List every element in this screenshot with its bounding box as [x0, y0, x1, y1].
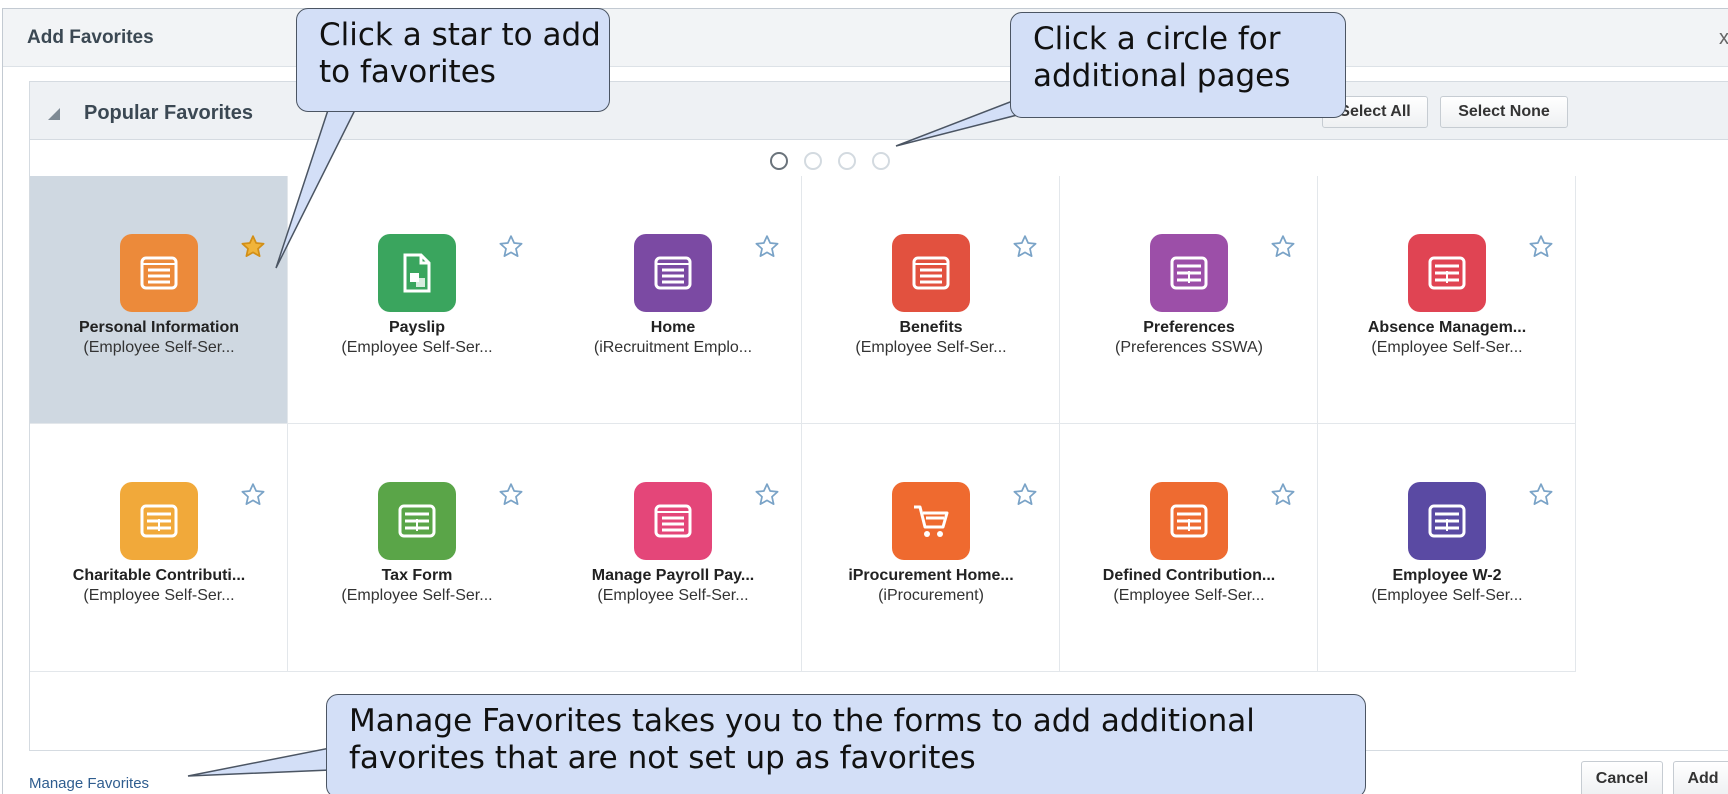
star-icon[interactable]: [1012, 482, 1038, 508]
star-icon[interactable]: [1270, 482, 1296, 508]
favorite-tile[interactable]: Personal Information (Employee Self-Ser..…: [30, 176, 288, 424]
close-icon[interactable]: x: [1719, 27, 1728, 50]
tile-subtitle: (Employee Self-Ser...: [341, 339, 493, 356]
tile-subtitle: (Employee Self-Ser...: [341, 587, 493, 604]
page-dot-3[interactable]: [838, 152, 856, 170]
favorite-tile[interactable]: Home (iRecruitment Emplo...: [544, 176, 802, 424]
star-icon[interactable]: [1012, 234, 1038, 260]
cart-icon: [892, 482, 970, 560]
tile-subtitle: (Employee Self-Ser...: [855, 339, 1007, 356]
star-icon[interactable]: [498, 482, 524, 508]
favorite-tile[interactable]: Defined Contribution... (Employee Self-Se…: [1060, 424, 1318, 672]
tile-name: Tax Form: [381, 567, 453, 584]
star-icon[interactable]: [754, 234, 780, 260]
favorite-tile[interactable]: Tax Form (Employee Self-Ser...: [288, 424, 546, 672]
star-icon[interactable]: [240, 482, 266, 508]
favorite-tile[interactable]: Employee W-2 (Employee Self-Ser...: [1318, 424, 1576, 672]
dialog-title: Add Favorites: [27, 27, 154, 48]
favorite-tile[interactable]: Preferences (Preferences SSWA): [1060, 176, 1318, 424]
list-icon: [120, 234, 198, 312]
tile-name: Charitable Contributi...: [72, 567, 246, 584]
dialog-header: Add Favorites x: [3, 9, 1728, 67]
panel-header: Popular Favorites Select All Select None: [30, 82, 1728, 140]
tile-subtitle: (Employee Self-Ser...: [1371, 587, 1523, 604]
tile-subtitle: (Employee Self-Ser...: [1113, 587, 1265, 604]
screenshot-stage: Add Favorites x Popular Favorites Select…: [0, 0, 1728, 794]
star-icon[interactable]: [240, 234, 266, 260]
favorites-grid: Personal Information (Employee Self-Ser..…: [30, 176, 1728, 672]
favorite-tile[interactable]: iProcurement Home... (iProcurement): [802, 424, 1060, 672]
tile-name: Benefits: [899, 319, 963, 336]
table-icon: [1408, 234, 1486, 312]
tile-subtitle: (Preferences SSWA): [1115, 339, 1263, 356]
table-icon: [378, 482, 456, 560]
table-icon: [120, 482, 198, 560]
cancel-button[interactable]: Cancel: [1581, 761, 1663, 794]
popular-favorites-panel: Popular Favorites Select All Select None…: [29, 81, 1728, 751]
tile-subtitle: (iRecruitment Emplo...: [593, 339, 753, 356]
favorite-tile[interactable]: Absence Managem... (Employee Self-Ser...: [1318, 176, 1576, 424]
collapse-triangle-icon[interactable]: [48, 108, 60, 120]
tile-subtitle: (Employee Self-Ser...: [597, 587, 749, 604]
table-icon: [1150, 482, 1228, 560]
star-callout-text: Click a star to add to favorites: [319, 17, 601, 91]
circle-callout: Click a circle for additional pages: [1010, 12, 1346, 118]
manage-callout-text: Manage Favorites takes you to the forms …: [349, 703, 1255, 777]
star-callout: Click a star to add to favorites: [296, 8, 610, 112]
select-none-button[interactable]: Select None: [1440, 96, 1568, 128]
tile-name: Defined Contribution...: [1102, 567, 1276, 584]
table-icon: [1150, 234, 1228, 312]
favorite-tile[interactable]: Charitable Contributi... (Employee Self-S…: [30, 424, 288, 672]
tile-name: iProcurement Home...: [848, 567, 1014, 584]
tile-subtitle: (Employee Self-Ser...: [1371, 339, 1523, 356]
star-icon[interactable]: [754, 482, 780, 508]
page-dot-1[interactable]: [770, 152, 788, 170]
favorite-tile[interactable]: Benefits (Employee Self-Ser...: [802, 176, 1060, 424]
add-button[interactable]: Add: [1673, 761, 1728, 794]
tile-name: Absence Managem...: [1367, 319, 1527, 336]
favorite-tile[interactable]: Manage Payroll Pay... (Employee Self-Ser.…: [544, 424, 802, 672]
tile-name: Preferences: [1143, 319, 1235, 336]
tile-name: Personal Information: [78, 319, 240, 336]
star-icon[interactable]: [1270, 234, 1296, 260]
list-icon: [634, 482, 712, 560]
tile-subtitle: (Employee Self-Ser...: [83, 339, 235, 356]
star-icon[interactable]: [1528, 234, 1554, 260]
page-dot-2[interactable]: [804, 152, 822, 170]
table-icon: [1408, 482, 1486, 560]
star-icon[interactable]: [1528, 482, 1554, 508]
favorite-tile[interactable]: Payslip (Employee Self-Ser...: [288, 176, 546, 424]
document-icon: [378, 234, 456, 312]
manage-favorites-link[interactable]: Manage Favorites: [29, 775, 149, 792]
tile-name: Home: [650, 319, 696, 336]
tile-name: Manage Payroll Pay...: [591, 567, 755, 584]
tile-name: Employee W-2: [1392, 567, 1502, 584]
tile-name: Payslip: [388, 319, 446, 336]
add-favorites-dialog: Add Favorites x Popular Favorites Select…: [2, 8, 1728, 794]
list-icon: [892, 234, 970, 312]
tile-subtitle: (Employee Self-Ser...: [83, 587, 235, 604]
star-icon[interactable]: [498, 234, 524, 260]
manage-callout: Manage Favorites takes you to the forms …: [326, 694, 1366, 794]
panel-title: Popular Favorites: [84, 102, 253, 124]
page-dot-4[interactable]: [872, 152, 890, 170]
tile-subtitle: (iProcurement): [878, 587, 984, 604]
list-icon: [634, 234, 712, 312]
circle-callout-text: Click a circle for additional pages: [1033, 21, 1291, 95]
